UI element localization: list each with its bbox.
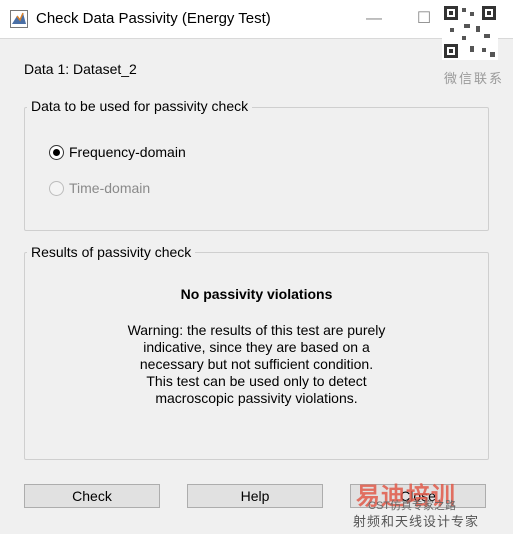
warning-line: macroscopic passivity violations.: [155, 390, 358, 406]
check-button[interactable]: Check: [24, 484, 160, 508]
warning-text: Warning: the results of this test are pu…: [24, 322, 489, 407]
warning-line: This test can be used only to detect: [146, 373, 367, 389]
frequency-domain-radio[interactable]: [49, 145, 64, 160]
matlab-icon: [10, 10, 28, 28]
results-group-legend: Results of passivity check: [27, 244, 196, 260]
warning-line: necessary but not sufficient condition.: [139, 356, 374, 372]
window-title: Check Data Passivity (Energy Test): [36, 10, 271, 27]
passivity-data-group: [24, 107, 489, 231]
passivity-data-group-legend: Data to be used for passivity check: [27, 98, 253, 114]
qr-code-icon: [442, 4, 498, 60]
data-label: Data 1: Dataset_2: [24, 61, 137, 77]
warning-line: Warning: the results of this test are pu…: [127, 322, 386, 338]
time-domain-radio: [49, 181, 64, 196]
result-title: No passivity violations: [180, 286, 333, 302]
time-domain-label: Time-domain: [69, 180, 151, 196]
warning-line: indicative, since they are based on a: [143, 339, 370, 355]
help-button[interactable]: Help: [187, 484, 323, 508]
title-bar: Check Data Passivity (Energy Test) — ☐ ✕: [0, 0, 513, 39]
minimize-button[interactable]: —: [360, 6, 388, 32]
watermark-tagline: 射频和天线设计专家: [353, 514, 480, 529]
frequency-domain-label[interactable]: Frequency-domain: [69, 144, 186, 160]
qr-label: 微信联系: [444, 71, 505, 86]
maximize-button[interactable]: ☐: [410, 6, 438, 32]
